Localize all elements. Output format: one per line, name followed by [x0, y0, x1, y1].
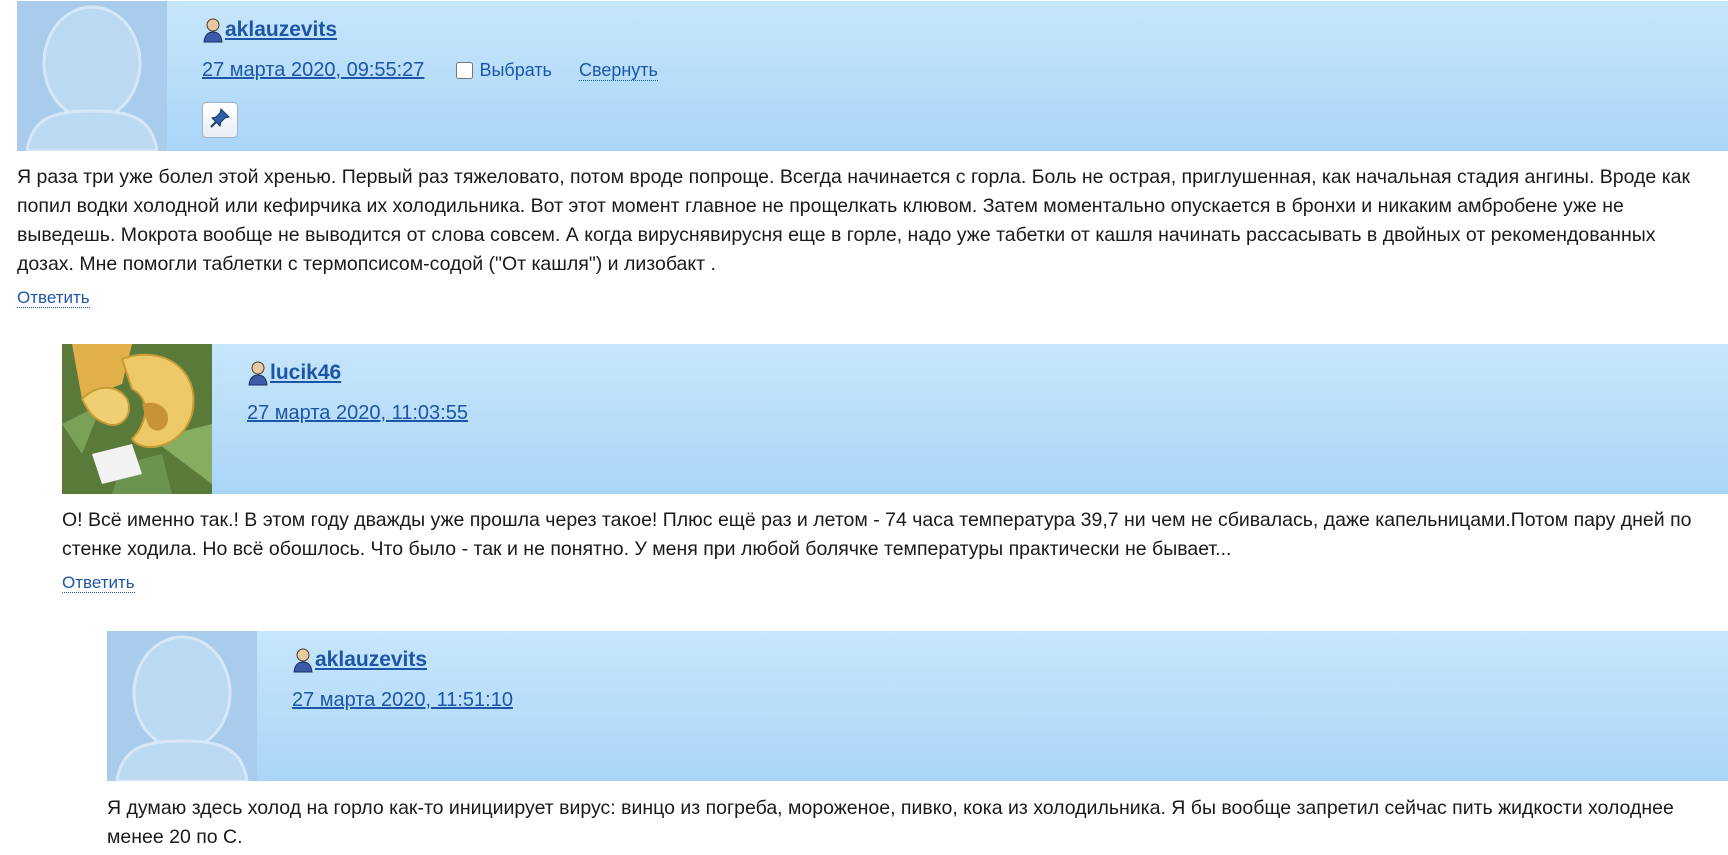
comment-1: aklauzevits 27 марта 2020, 09:55:27 Выбр… [17, 0, 1728, 308]
pin-button[interactable] [202, 102, 238, 138]
comment-text: О! Всё именно так.! В этом году дважды у… [62, 509, 1692, 560]
author-link[interactable]: aklauzevits [225, 18, 337, 42]
comment-text: Я раза три уже болел этой хренью. Первый… [17, 166, 1691, 275]
pin-icon [209, 107, 231, 134]
comment-date-link[interactable]: 27 марта 2020, 11:03:55 [247, 402, 468, 425]
user-icon [202, 17, 224, 43]
comment-text: Я думаю здесь холод на горло как-то иниц… [107, 797, 1674, 848]
comment-header: lucik46 27 марта 2020, 11:03:55 [62, 344, 1728, 494]
default-avatar-icon[interactable] [107, 631, 257, 781]
comment-3: aklauzevits 27 марта 2020, 11:51:10 Я ду… [107, 631, 1728, 852]
author-row: aklauzevits [292, 647, 427, 673]
date-row: 27 марта 2020, 11:51:10 [292, 689, 513, 712]
select-label[interactable]: Выбрать [479, 60, 552, 81]
author-link[interactable]: lucik46 [270, 361, 341, 385]
comment-meta: aklauzevits 27 марта 2020, 11:51:10 [275, 631, 1728, 781]
comment-2: lucik46 27 марта 2020, 11:03:55 О! Всё и… [62, 344, 1728, 593]
comment-header: aklauzevits 27 марта 2020, 11:51:10 [107, 631, 1728, 781]
select-checkbox-wrap[interactable]: Выбрать [456, 60, 552, 81]
date-row: 27 марта 2020, 09:55:27 Выбрать Свернуть [202, 59, 658, 82]
user-icon [247, 360, 269, 386]
collapse-link[interactable]: Свернуть [578, 60, 658, 81]
author-link[interactable]: aklauzevits [315, 648, 427, 672]
comment-meta: lucik46 27 марта 2020, 11:03:55 [230, 344, 1728, 494]
comment-date-link[interactable]: 27 марта 2020, 09:55:27 [202, 59, 424, 82]
default-avatar-icon[interactable] [17, 1, 167, 151]
select-checkbox[interactable] [456, 62, 474, 79]
melon-photo-avatar[interactable] [62, 344, 212, 494]
user-icon [292, 647, 314, 673]
comment-date-link[interactable]: 27 марта 2020, 11:51:10 [292, 689, 513, 712]
author-row: lucik46 [247, 360, 341, 386]
reply-link[interactable]: Ответить [62, 573, 135, 593]
date-row: 27 марта 2020, 11:03:55 [247, 402, 468, 425]
author-row: aklauzevits [202, 17, 337, 43]
comment-meta: aklauzevits 27 марта 2020, 09:55:27 Выбр… [185, 1, 1728, 151]
reply-link[interactable]: Ответить [17, 288, 90, 308]
comment-header: aklauzevits 27 марта 2020, 09:55:27 Выбр… [17, 1, 1728, 151]
